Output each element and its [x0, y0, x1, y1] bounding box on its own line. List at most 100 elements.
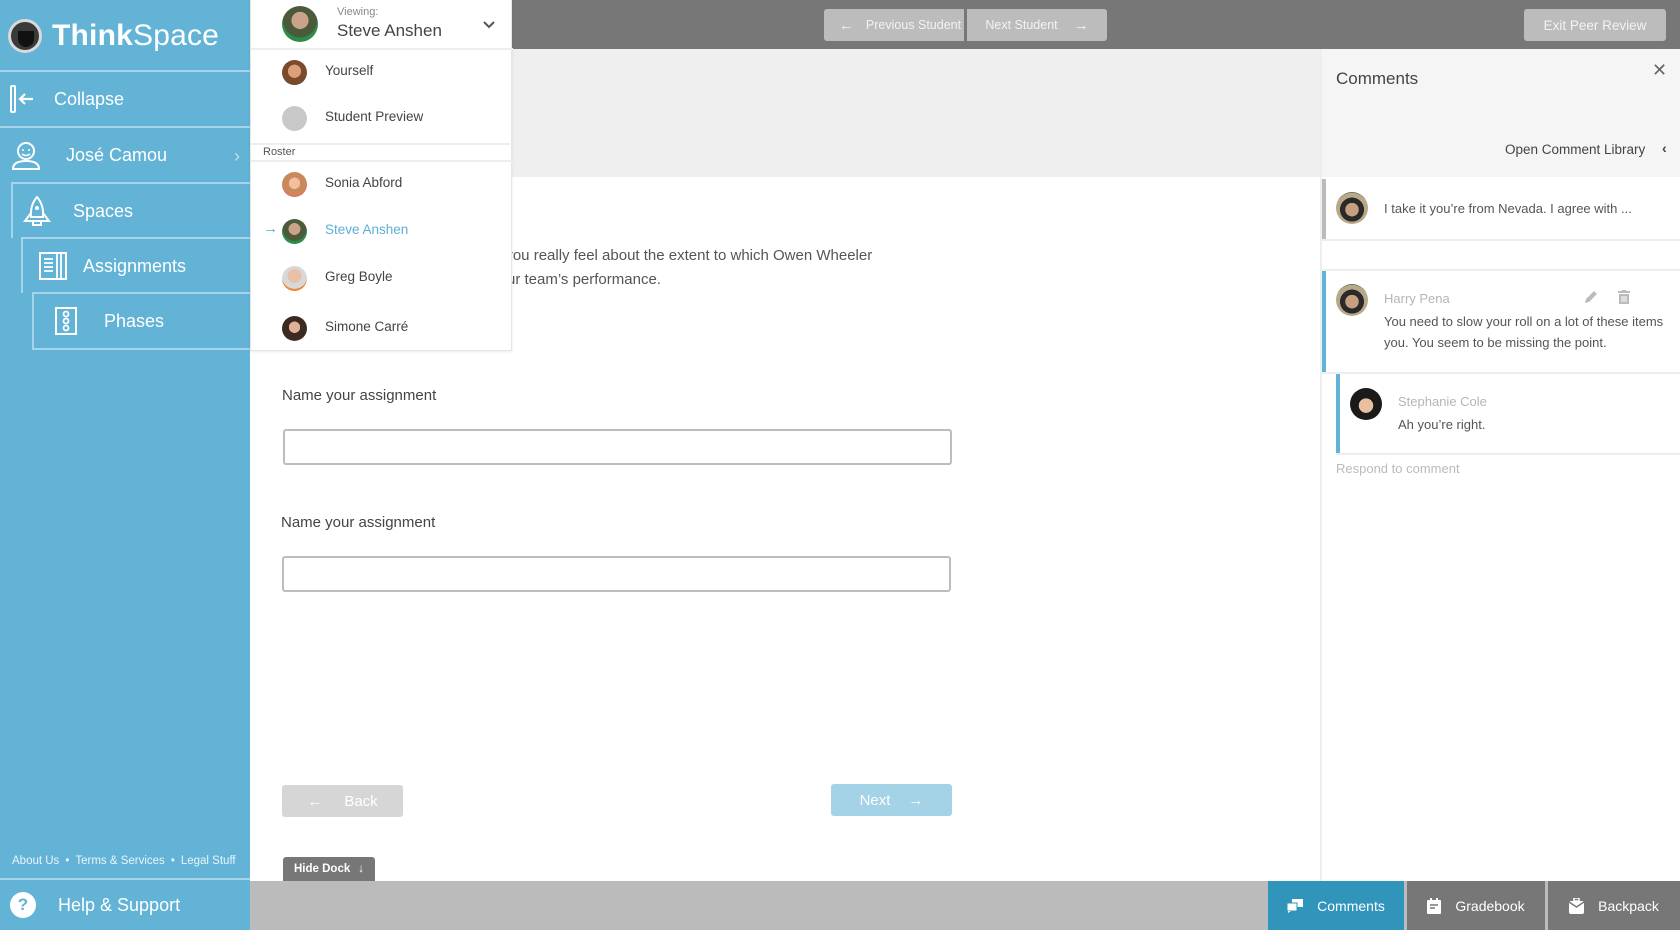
user-avatar-icon [10, 139, 42, 171]
respond-to-comment-input[interactable]: Respond to comment [1336, 461, 1460, 476]
sonia-abford-avatar [282, 172, 307, 197]
roster-item[interactable]: Simone Carré [251, 308, 513, 348]
sidebar-item-phases[interactable]: Phases [32, 292, 250, 348]
comment-reply[interactable]: Stephanie Cole Ah you’re right. [1336, 374, 1680, 455]
sidebar-item-assignments[interactable]: Assignments [21, 237, 250, 293]
sidebar-item-user[interactable]: José Camou › [0, 126, 250, 182]
comments-icon [1287, 898, 1304, 913]
previous-student-label: Previous Student [865, 18, 962, 32]
terms-link[interactable]: Terms & Services [75, 855, 164, 867]
comment-marker [1322, 179, 1326, 239]
viewing-dropdown: Viewing: Steve Anshen Yourself Student P… [250, 0, 513, 351]
comments-title: Comments [1336, 69, 1419, 88]
comment-item[interactable]: I take it you’re from Nevada. I agree wi… [1322, 179, 1680, 241]
about-us-link[interactable]: About Us [12, 855, 59, 867]
rocket-icon [21, 195, 53, 227]
arrow-left-icon: ← [307, 792, 323, 810]
steve-anshen-avatar [282, 6, 318, 42]
dock: Comments Gradebook Backpack [250, 881, 1680, 930]
legal-link[interactable]: Legal Stuff [181, 855, 236, 867]
description-line: ow you really feel about the extent to w… [482, 247, 873, 264]
roster-item[interactable]: Sonia Abford [251, 164, 513, 204]
help-support-button[interactable]: ? Help & Support [0, 878, 250, 930]
simone-carre-avatar [282, 316, 307, 341]
previous-student-button[interactable]: ← Previous Student [824, 9, 964, 41]
divider [32, 348, 250, 350]
back-label: Back [344, 792, 378, 810]
notebook-icon [37, 250, 69, 282]
reply-marker [1336, 374, 1340, 453]
harry-pena-avatar [1336, 192, 1368, 224]
divider [1322, 241, 1680, 271]
option-label: Student Preview [325, 109, 424, 124]
assignment-name-input[interactable] [283, 429, 952, 465]
hide-dock-button[interactable]: Hide Dock ↓ [283, 857, 375, 881]
roster-name: Simone Carré [325, 319, 409, 334]
student-preview-avatar [282, 106, 307, 131]
arrow-right-icon: → [1073, 16, 1089, 34]
trash-icon[interactable] [1618, 290, 1630, 307]
comments-header: Comments ✕ Open Comment Library ‹ [1322, 49, 1680, 177]
dock-tab-backpack[interactable]: Backpack [1548, 881, 1680, 930]
chevron-left-icon[interactable]: ‹ [1662, 140, 1667, 156]
chevron-down-icon [483, 17, 495, 33]
assignment-description: ow you really feel about the extent to w… [482, 244, 962, 292]
sidebar-label: Spaces [73, 200, 134, 221]
viewing-selector[interactable]: Viewing: Steve Anshen [251, 0, 513, 50]
comment-author: Stephanie Cole [1398, 394, 1487, 409]
sidebar: ThinkSpace Collapse José Camou › Spaces … [0, 0, 250, 930]
current-arrow-icon: → [263, 220, 278, 237]
roster-name: Sonia Abford [325, 175, 403, 190]
help-label: Help & Support [58, 894, 181, 915]
comment-text: I take it you’re from Nevada. I agree wi… [1384, 201, 1632, 216]
back-button[interactable]: ← Back [282, 785, 403, 817]
next-student-button[interactable]: Next Student → [967, 9, 1107, 41]
view-as-yourself[interactable]: Yourself [251, 52, 513, 92]
pencil-icon[interactable] [1584, 290, 1598, 307]
roster-item[interactable]: Greg Boyle [251, 258, 513, 298]
assignment-name-input[interactable] [282, 556, 951, 592]
dock-tab-gradebook[interactable]: Gradebook [1407, 881, 1545, 930]
stephanie-cole-avatar [1350, 388, 1382, 420]
collapse-button[interactable]: Collapse [0, 70, 250, 126]
comment-text: You need to slow your roll on a lot of t… [1384, 314, 1664, 350]
next-label: Next [859, 791, 891, 809]
viewing-label: Viewing: [337, 6, 379, 18]
next-student-label: Next Student [985, 18, 1058, 32]
harry-pena-avatar [1336, 284, 1368, 316]
gradebook-icon [1427, 897, 1442, 914]
comment-marker [1322, 271, 1326, 372]
collapse-icon [8, 83, 36, 115]
field-label: Name your assignment [282, 387, 437, 404]
view-as-student-preview[interactable]: Student Preview [251, 98, 513, 138]
helmet-logo-icon [8, 19, 42, 53]
comment-thread[interactable]: Harry Pena You need to slow your roll on… [1322, 271, 1680, 374]
next-button[interactable]: Next → [831, 784, 952, 816]
dock-tab-label: Backpack [1598, 897, 1659, 914]
viewing-name: Steve Anshen [337, 21, 442, 40]
sidebar-label: Assignments [83, 255, 187, 276]
dock-tab-label: Comments [1317, 897, 1385, 914]
app-logo[interactable]: ThinkSpace [8, 14, 219, 58]
phases-icon [50, 305, 82, 337]
collapse-label: Collapse [54, 88, 125, 109]
close-icon[interactable]: ✕ [1652, 60, 1667, 81]
hide-dock-label: Hide Dock [294, 863, 351, 875]
comment-text: Ah you’re right. [1398, 417, 1486, 432]
dock-tab-comments[interactable]: Comments [1268, 881, 1404, 930]
description-line: r your team’s performance. [482, 271, 661, 288]
roster-header: Roster [251, 143, 513, 162]
sidebar-item-spaces[interactable]: Spaces [11, 182, 250, 238]
backpack-icon [1569, 897, 1585, 914]
option-label: Yourself [325, 63, 374, 78]
roster-item-active[interactable]: → Steve Anshen [251, 211, 513, 251]
roster-name: Steve Anshen [325, 222, 409, 237]
exit-peer-review-button[interactable]: Exit Peer Review [1524, 9, 1666, 41]
dock-tab-label: Gradebook [1455, 897, 1525, 914]
open-comment-library-button[interactable]: Open Comment Library [1505, 142, 1645, 157]
arrow-right-icon: → [908, 791, 924, 809]
yourself-avatar [282, 60, 307, 85]
comments-panel: Comments ✕ Open Comment Library ‹ I take… [1320, 49, 1680, 881]
user-name: José Camou [66, 144, 168, 165]
question-icon: ? [10, 892, 36, 918]
